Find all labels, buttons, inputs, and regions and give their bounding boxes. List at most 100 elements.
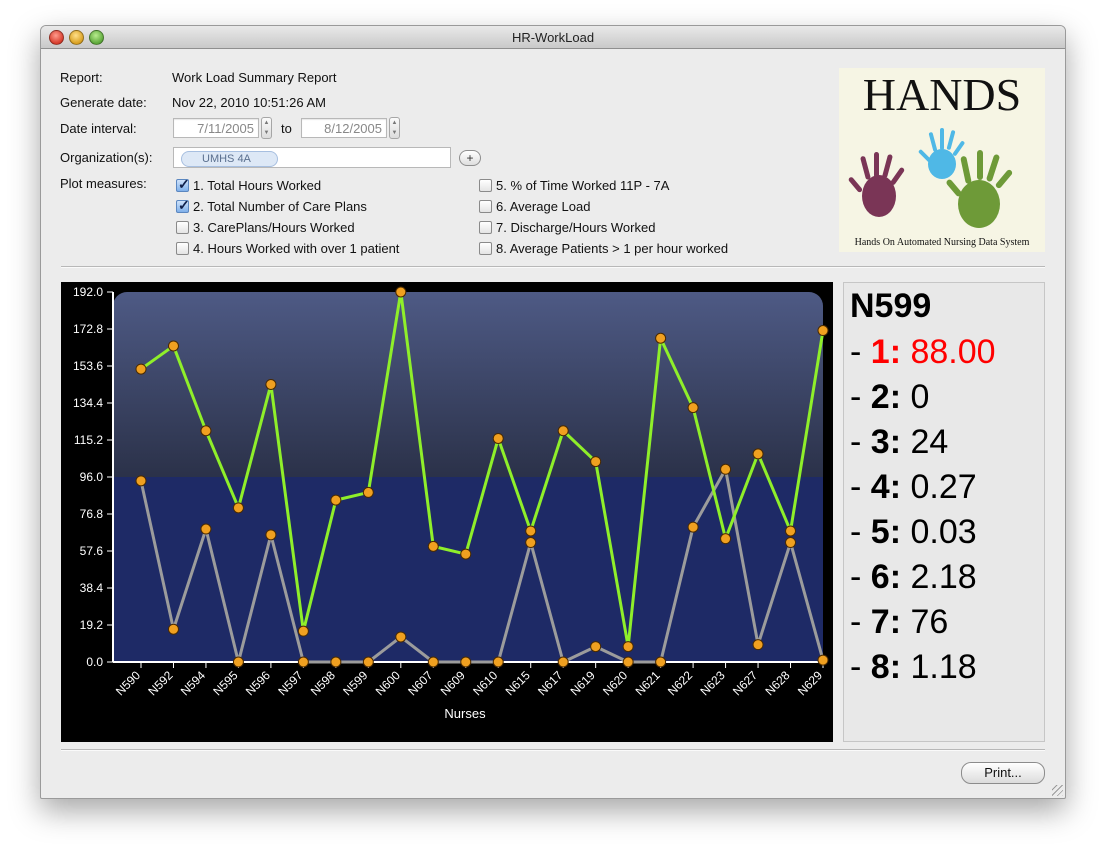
y-tick-label: 0.0 [86,655,103,669]
metric-dash: - [850,558,871,596]
date-from-stepper[interactable]: ▲ ▼ [261,117,272,139]
series-1-point [622,641,634,653]
series-1-point [265,379,277,390]
series-1-point [200,425,212,437]
resize-grip[interactable] [1052,785,1063,796]
checkmark-icon: ✓ [178,176,190,192]
date-from-field[interactable]: 7/11/2005 [173,118,259,138]
metric-value: 88.00 [910,333,996,371]
x-tick-label: N607 [405,668,435,698]
series-1-point [655,332,667,344]
chart-svg: 0.0 19.2 38.4 57.6 76.8 96.0 115.2 134.4 153.6 17… [73,285,829,721]
y-tick-label: 38.4 [80,581,104,595]
logo-title: HANDS [863,69,1021,120]
measure-8-checkbox[interactable] [479,242,492,255]
measure-1-checkbox[interactable]: ✓ [176,176,190,192]
metric-dash: - [850,378,871,416]
x-tick-label: N592 [145,668,175,698]
x-tick-label: N595 [210,668,240,698]
date-to-stepper[interactable]: ▲ ▼ [389,117,400,139]
plot-measures-label: Plot measures: [60,176,147,191]
workload-chart[interactable]: 0.0 19.2 38.4 57.6 76.8 96.0 115.2 134.4 153.6 17… [61,282,833,742]
x-tick-label: N628 [762,668,792,698]
x-tick-label: N615 [503,668,533,698]
checkmark-icon: ✓ [178,197,190,213]
measure-1-label: 1. Total Hours Worked [193,178,322,193]
measure-5-checkbox[interactable] [479,179,492,192]
generate-date-value: Nov 22, 2010 10:51:26 AM [172,95,326,110]
measure-6-checkbox[interactable] [479,200,492,213]
measure-4-label: 4. Hours Worked with over 1 patient [193,241,400,256]
series-2-point [590,641,602,653]
series-1-point [427,540,439,552]
series-1-point [817,325,829,337]
blue-handprint-icon [918,128,965,179]
metric-dash: - [850,468,871,506]
y-tick-label: 192.0 [73,285,103,299]
report-value: Work Load Summary Report [172,70,337,85]
x-tick-label: N594 [178,668,208,698]
hands-logo: HANDS Hands On Automated Nursing Data Sy… [839,68,1045,252]
series-2-point [135,475,147,487]
series-2-point [232,656,244,668]
series-2-point [427,656,439,668]
series-2-point [785,537,797,549]
metric-dash: - [850,513,871,551]
measure-2-checkbox[interactable]: ✓ [176,197,190,213]
organization-token-field[interactable]: UMHS 4A [173,147,451,168]
measure-4-checkbox[interactable] [176,242,189,255]
organization-label: Organization(s): [60,150,153,165]
metric-key: 5: [870,513,902,551]
measure-3-checkbox[interactable] [176,221,189,234]
metric-row-5: - 5: 0.03 [850,513,977,552]
series-2-point [525,537,537,549]
series-1-point [167,340,179,352]
measure-3-label: 3. CarePlans/Hours Worked [193,220,355,235]
series-2-point [460,656,472,668]
series-2-point [492,656,504,668]
series-2-point [752,639,764,651]
logo-subtitle: Hands On Automated Nursing Data System [855,237,1030,248]
series-1-point [460,548,472,560]
metric-key: 6: [870,558,902,596]
date-to-field[interactable]: 8/12/2005 [301,118,387,138]
y-tick-label: 153.6 [73,359,103,373]
x-tick-label: N619 [568,668,598,698]
bottom-separator [61,749,1045,751]
organization-token[interactable]: UMHS 4A [181,151,278,167]
x-tick-label: N622 [665,668,695,698]
y-tick-label: 115.2 [74,433,103,447]
window-title: HR-WorkLoad [511,30,595,45]
y-tick-label: 134.4 [73,396,103,410]
y-tick-label: 96.0 [80,470,104,484]
metric-dash: - [850,648,871,686]
x-tick-label: N609 [438,668,468,698]
series-1-point [330,494,342,506]
metric-value: 76 [910,603,949,641]
x-tick-label: N599 [340,668,370,698]
print-button[interactable]: Print... [961,762,1045,784]
add-organization-button[interactable]: + [459,150,481,166]
series-1-point [525,525,537,537]
series-1-point [785,525,797,537]
series-1-point [752,448,764,460]
y-tick-label: 57.6 [80,544,104,558]
series-1-point [395,286,407,298]
metric-key: 1: [870,333,902,371]
metric-value: 0.27 [910,468,977,506]
metric-key: 4: [870,468,902,506]
measure-6-label: 6. Average Load [496,199,591,214]
series-2-point [265,529,277,541]
series-2-point [330,656,342,668]
series-2-point [200,523,212,535]
x-tick-label: N617 [535,668,565,698]
measure-7-checkbox[interactable] [479,221,492,234]
title-bar[interactable]: HR-WorkLoad [41,26,1065,49]
measure-5-label: 5. % of Time Worked 11P - 7A [496,178,670,193]
x-tick-label: N597 [275,668,305,698]
metric-row-3: - 3: 24 [850,423,948,462]
series-2-point [297,656,309,668]
series-2-point [395,631,407,643]
to-label: to [281,121,292,136]
measure-8-label: 8. Average Patients > 1 per hour worked [496,241,729,256]
